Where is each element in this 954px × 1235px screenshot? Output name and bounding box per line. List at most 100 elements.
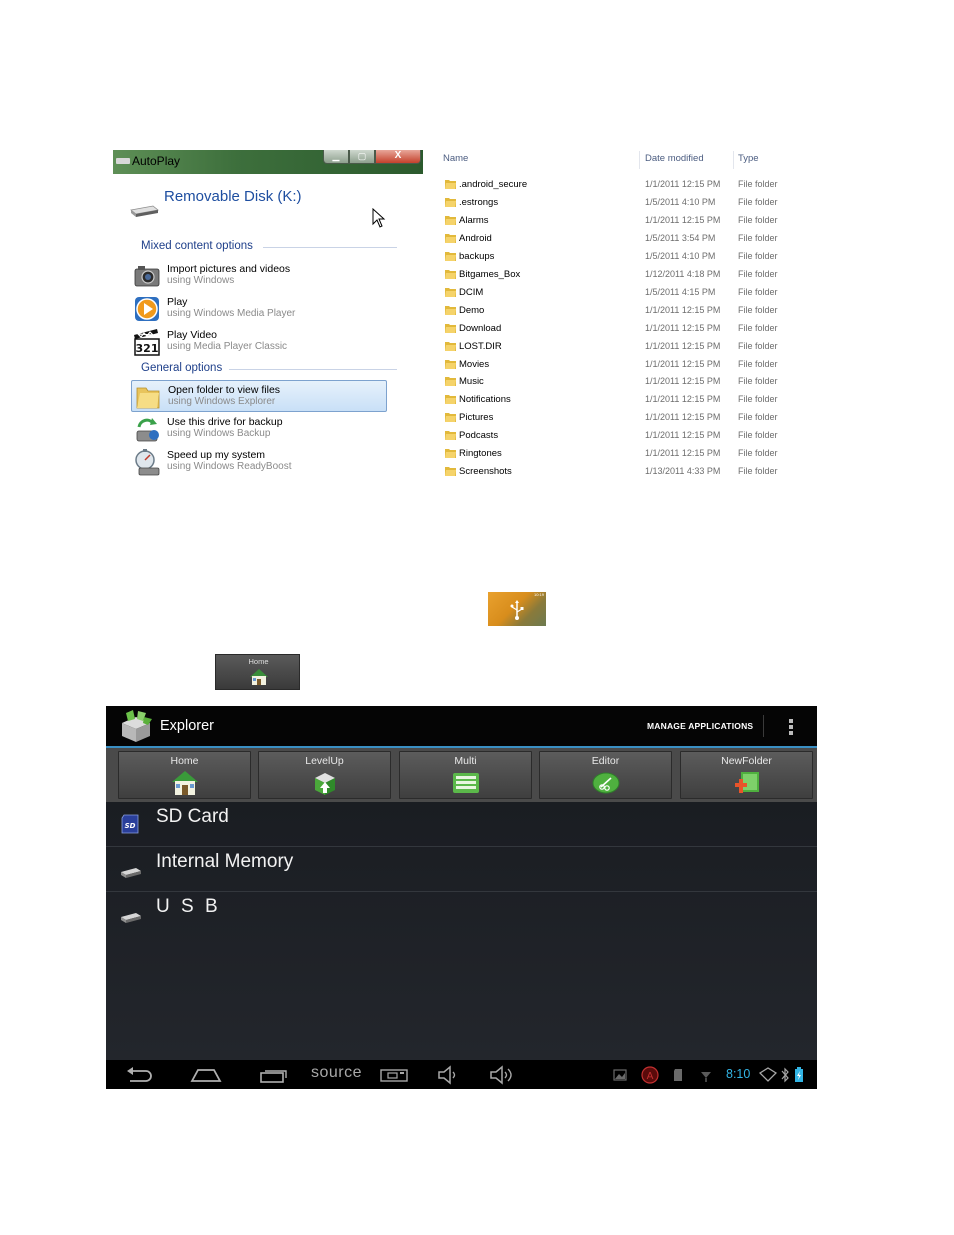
file-row[interactable]: Movies 1/1/2011 12:15 PM File folder <box>441 356 781 374</box>
usb-debug-notification-icon <box>701 1072 711 1082</box>
toolbar-home-button[interactable]: Home <box>118 751 251 799</box>
folder-icon <box>136 387 160 409</box>
file-date: 1/5/2011 4:15 PM <box>645 286 716 297</box>
autoplay-import-pictures[interactable]: Import pictures and videos using Windows <box>131 260 387 292</box>
readyboost-icon <box>135 449 160 476</box>
file-row[interactable]: DCIM 1/5/2011 4:15 PM File folder <box>441 284 781 302</box>
file-date: 1/5/2011 3:54 PM <box>645 232 716 243</box>
file-name: backups <box>459 250 495 262</box>
file-row[interactable]: Alarms 1/1/2011 12:15 PM File folder <box>441 212 781 230</box>
file-row[interactable]: Pictures 1/1/2011 12:15 PM File folder <box>441 409 781 427</box>
file-date: 1/1/2011 12:15 PM <box>645 430 721 441</box>
column-separator[interactable] <box>733 151 734 169</box>
file-row[interactable]: backups 1/5/2011 4:10 PM File folder <box>441 248 781 266</box>
file-type: File folder <box>738 304 778 315</box>
file-row[interactable]: Ringtones 1/1/2011 12:15 PM File folder <box>441 445 781 463</box>
file-row[interactable]: Bitgames_Box 1/12/2011 4:18 PM File folder <box>441 266 781 284</box>
file-row[interactable]: Download 1/1/2011 12:15 PM File folder <box>441 320 781 338</box>
file-row[interactable]: .android_secure 1/1/2011 12:15 PM File fol… <box>441 176 781 194</box>
folder-icon <box>445 431 456 441</box>
maximize-button[interactable]: ▢ <box>349 150 375 164</box>
autoplay-item-sub: using Windows <box>167 275 235 286</box>
battery-icon <box>795 1067 803 1082</box>
camera-icon <box>134 266 160 287</box>
level-up-icon <box>315 773 335 795</box>
file-name: Movies <box>459 358 490 370</box>
location-usb[interactable]: U S B <box>106 892 817 937</box>
svg-text:A: A <box>647 1071 654 1082</box>
file-date: 1/13/2011 4:33 PM <box>645 466 721 477</box>
overflow-menu-icon[interactable] <box>788 718 794 736</box>
autoplay-item-sub: using Windows ReadyBoost <box>167 461 292 472</box>
file-date: 1/1/2011 12:15 PM <box>645 304 721 315</box>
folder-icon <box>445 287 456 297</box>
autoplay-item-sub: using Media Player Classic <box>167 341 288 352</box>
column-header-type[interactable]: Type <box>738 153 759 164</box>
sd-notification-icon <box>674 1069 682 1081</box>
file-type: File folder <box>738 286 778 297</box>
file-type: File folder <box>738 214 778 225</box>
usb-thumb-time: 10:19 <box>533 592 544 597</box>
toolbar-levelup-button[interactable]: LevelUp <box>258 751 391 799</box>
removable-drive-icon <box>130 205 159 217</box>
file-row[interactable]: LOST.DIR 1/1/2011 12:15 PM File folder <box>441 338 781 356</box>
toolbar-newfolder-button[interactable]: NewFolder <box>680 751 813 799</box>
file-type: File folder <box>738 358 778 369</box>
mixed-content-section-title: Mixed content options <box>141 240 253 252</box>
file-name: Alarms <box>459 214 489 226</box>
file-row[interactable]: Podcasts 1/1/2011 12:15 PM File folder <box>441 427 781 445</box>
explorer-logo-icon[interactable] <box>116 709 156 743</box>
file-date: 1/1/2011 12:15 PM <box>645 179 721 189</box>
back-icon[interactable] <box>124 1065 154 1085</box>
file-row[interactable]: Notifications 1/1/2011 12:15 PM File folde… <box>441 391 781 409</box>
toolbar-editor-button[interactable]: Editor <box>539 751 672 799</box>
autoplay-item-label: Open folder to view files <box>168 384 281 396</box>
home-nav-icon[interactable] <box>189 1065 223 1085</box>
autoplay-title: AutoPlay <box>132 154 181 168</box>
recent-apps-icon[interactable] <box>257 1065 289 1085</box>
autoplay-open-folder[interactable]: Open folder to view files using Windows … <box>131 380 387 412</box>
folder-icon <box>445 323 456 333</box>
autoplay-use-for-backup[interactable]: Use this drive for backup using Windows … <box>131 413 387 445</box>
volume-down-icon[interactable] <box>436 1065 462 1085</box>
column-header-name[interactable]: Name <box>443 153 468 164</box>
file-type: File folder <box>738 232 778 243</box>
file-name: .android_secure <box>459 179 528 190</box>
location-sd-card[interactable]: SD SD Card <box>106 802 817 847</box>
autoplay-play-video[interactable]: 321 Play Video using Media Player Classi… <box>131 326 387 358</box>
location-label: SD Card <box>156 806 229 827</box>
file-row[interactable]: Demo 1/1/2011 12:15 PM File folder <box>441 302 781 320</box>
file-name: Pictures <box>459 412 494 424</box>
file-date: 1/1/2011 12:15 PM <box>645 394 721 405</box>
screenshot-icon[interactable] <box>379 1065 409 1085</box>
file-name: DCIM <box>459 286 484 298</box>
folder-icon <box>445 341 456 351</box>
minimize-button[interactable]: ▁ <box>323 150 349 164</box>
file-row[interactable]: Android 1/5/2011 3:54 PM File folder <box>441 230 781 248</box>
autoplay-speed-up-system[interactable]: Speed up my system using Windows ReadyBo… <box>131 446 387 478</box>
file-type: File folder <box>738 430 778 441</box>
toolbar-multi-button[interactable]: Multi <box>399 751 532 799</box>
multi-select-icon <box>453 773 479 793</box>
column-separator[interactable] <box>639 151 640 169</box>
location-internal-memory[interactable]: Internal Memory <box>106 847 817 892</box>
manage-applications-button[interactable]: MANAGE APPLICATIONS <box>647 721 753 731</box>
column-header-date[interactable]: Date modified <box>645 153 704 164</box>
autoplay-play-media-player[interactable]: Play using Windows Media Player <box>131 293 387 325</box>
file-row[interactable]: Screenshots 1/13/2011 4:33 PM File folder <box>441 463 781 481</box>
source-button[interactable]: source <box>311 1064 362 1082</box>
file-date: 1/1/2011 12:15 PM <box>645 376 721 387</box>
sd-card-icon: SD <box>121 814 139 834</box>
volume-up-icon[interactable] <box>488 1065 518 1085</box>
file-type: File folder <box>738 322 778 333</box>
file-name: Podcasts <box>459 430 499 442</box>
file-name: .estrongs <box>459 196 499 208</box>
file-row[interactable]: .estrongs 1/5/2011 4:10 PM File folder <box>441 194 781 212</box>
autoplay-item-sub: using Windows Media Player <box>167 308 296 319</box>
file-row[interactable]: Music 1/1/2011 12:15 PM File folder <box>441 373 781 391</box>
autoplay-titlebar[interactable]: AutoPlay ▁ ▢ X <box>113 150 423 174</box>
folder-icon <box>445 305 456 315</box>
close-button[interactable]: X <box>375 150 421 164</box>
toolbar-button-label: LevelUp <box>305 755 344 767</box>
action-bar: Explorer MANAGE APPLICATIONS <box>106 706 817 746</box>
